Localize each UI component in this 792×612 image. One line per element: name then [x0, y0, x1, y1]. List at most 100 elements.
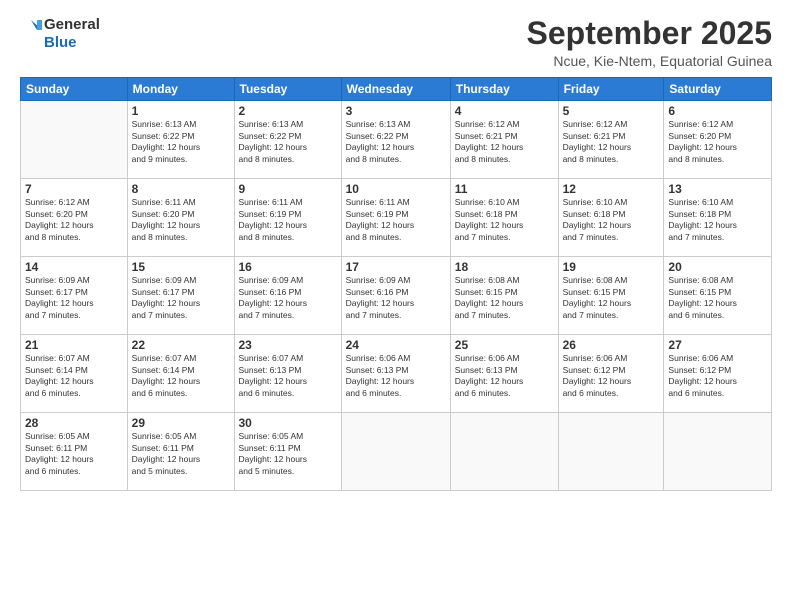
cell-w5-d2: 29Sunrise: 6:05 AMSunset: 6:11 PMDayligh… — [127, 413, 234, 491]
logo-text: General Blue — [44, 16, 100, 52]
col-saturday: Saturday — [664, 78, 772, 101]
day-number: 8 — [132, 182, 230, 196]
day-number: 16 — [239, 260, 337, 274]
day-info: Sunrise: 6:10 AMSunset: 6:18 PMDaylight:… — [668, 197, 767, 243]
cell-w4-d3: 23Sunrise: 6:07 AMSunset: 6:13 PMDayligh… — [234, 335, 341, 413]
day-number: 9 — [239, 182, 337, 196]
cell-w2-d7: 13Sunrise: 6:10 AMSunset: 6:18 PMDayligh… — [664, 179, 772, 257]
day-number: 28 — [25, 416, 123, 430]
col-thursday: Thursday — [450, 78, 558, 101]
day-number: 17 — [346, 260, 446, 274]
cell-w1-d7: 6Sunrise: 6:12 AMSunset: 6:20 PMDaylight… — [664, 101, 772, 179]
page: General Blue September 2025 Ncue, Kie-Nt… — [0, 0, 792, 612]
cell-w2-d3: 9Sunrise: 6:11 AMSunset: 6:19 PMDaylight… — [234, 179, 341, 257]
cell-w5-d5 — [450, 413, 558, 491]
day-info: Sunrise: 6:05 AMSunset: 6:11 PMDaylight:… — [25, 431, 123, 477]
day-info: Sunrise: 6:10 AMSunset: 6:18 PMDaylight:… — [563, 197, 660, 243]
day-info: Sunrise: 6:06 AMSunset: 6:13 PMDaylight:… — [346, 353, 446, 399]
cell-w3-d4: 17Sunrise: 6:09 AMSunset: 6:16 PMDayligh… — [341, 257, 450, 335]
week-row-5: 28Sunrise: 6:05 AMSunset: 6:11 PMDayligh… — [21, 413, 772, 491]
day-info: Sunrise: 6:07 AMSunset: 6:14 PMDaylight:… — [132, 353, 230, 399]
day-number: 14 — [25, 260, 123, 274]
day-info: Sunrise: 6:05 AMSunset: 6:11 PMDaylight:… — [132, 431, 230, 477]
day-info: Sunrise: 6:06 AMSunset: 6:12 PMDaylight:… — [563, 353, 660, 399]
day-info: Sunrise: 6:12 AMSunset: 6:21 PMDaylight:… — [563, 119, 660, 165]
cell-w1-d4: 3Sunrise: 6:13 AMSunset: 6:22 PMDaylight… — [341, 101, 450, 179]
col-friday: Friday — [558, 78, 664, 101]
day-info: Sunrise: 6:13 AMSunset: 6:22 PMDaylight:… — [346, 119, 446, 165]
day-info: Sunrise: 6:11 AMSunset: 6:20 PMDaylight:… — [132, 197, 230, 243]
cell-w3-d6: 19Sunrise: 6:08 AMSunset: 6:15 PMDayligh… — [558, 257, 664, 335]
cell-w3-d7: 20Sunrise: 6:08 AMSunset: 6:15 PMDayligh… — [664, 257, 772, 335]
day-number: 30 — [239, 416, 337, 430]
day-number: 4 — [455, 104, 554, 118]
week-row-3: 14Sunrise: 6:09 AMSunset: 6:17 PMDayligh… — [21, 257, 772, 335]
day-info: Sunrise: 6:13 AMSunset: 6:22 PMDaylight:… — [132, 119, 230, 165]
cell-w2-d1: 7Sunrise: 6:12 AMSunset: 6:20 PMDaylight… — [21, 179, 128, 257]
day-number: 2 — [239, 104, 337, 118]
day-info: Sunrise: 6:07 AMSunset: 6:14 PMDaylight:… — [25, 353, 123, 399]
col-monday: Monday — [127, 78, 234, 101]
col-sunday: Sunday — [21, 78, 128, 101]
day-number: 25 — [455, 338, 554, 352]
cell-w1-d5: 4Sunrise: 6:12 AMSunset: 6:21 PMDaylight… — [450, 101, 558, 179]
day-number: 22 — [132, 338, 230, 352]
day-info: Sunrise: 6:08 AMSunset: 6:15 PMDaylight:… — [563, 275, 660, 321]
cell-w2-d4: 10Sunrise: 6:11 AMSunset: 6:19 PMDayligh… — [341, 179, 450, 257]
cell-w3-d2: 15Sunrise: 6:09 AMSunset: 6:17 PMDayligh… — [127, 257, 234, 335]
day-info: Sunrise: 6:11 AMSunset: 6:19 PMDaylight:… — [346, 197, 446, 243]
day-number: 29 — [132, 416, 230, 430]
day-info: Sunrise: 6:09 AMSunset: 6:17 PMDaylight:… — [132, 275, 230, 321]
day-number: 18 — [455, 260, 554, 274]
day-info: Sunrise: 6:08 AMSunset: 6:15 PMDaylight:… — [668, 275, 767, 321]
cell-w2-d2: 8Sunrise: 6:11 AMSunset: 6:20 PMDaylight… — [127, 179, 234, 257]
day-number: 24 — [346, 338, 446, 352]
col-tuesday: Tuesday — [234, 78, 341, 101]
day-info: Sunrise: 6:06 AMSunset: 6:13 PMDaylight:… — [455, 353, 554, 399]
day-info: Sunrise: 6:11 AMSunset: 6:19 PMDaylight:… — [239, 197, 337, 243]
cell-w4-d2: 22Sunrise: 6:07 AMSunset: 6:14 PMDayligh… — [127, 335, 234, 413]
cell-w4-d6: 26Sunrise: 6:06 AMSunset: 6:12 PMDayligh… — [558, 335, 664, 413]
cell-w5-d4 — [341, 413, 450, 491]
day-info: Sunrise: 6:13 AMSunset: 6:22 PMDaylight:… — [239, 119, 337, 165]
cell-w1-d1 — [21, 101, 128, 179]
day-info: Sunrise: 6:09 AMSunset: 6:17 PMDaylight:… — [25, 275, 123, 321]
day-info: Sunrise: 6:09 AMSunset: 6:16 PMDaylight:… — [239, 275, 337, 321]
header: General Blue September 2025 Ncue, Kie-Nt… — [20, 16, 772, 69]
day-number: 15 — [132, 260, 230, 274]
day-number: 20 — [668, 260, 767, 274]
cell-w5-d7 — [664, 413, 772, 491]
cell-w3-d3: 16Sunrise: 6:09 AMSunset: 6:16 PMDayligh… — [234, 257, 341, 335]
week-row-1: 1Sunrise: 6:13 AMSunset: 6:22 PMDaylight… — [21, 101, 772, 179]
cell-w4-d7: 27Sunrise: 6:06 AMSunset: 6:12 PMDayligh… — [664, 335, 772, 413]
cell-w3-d1: 14Sunrise: 6:09 AMSunset: 6:17 PMDayligh… — [21, 257, 128, 335]
day-info: Sunrise: 6:05 AMSunset: 6:11 PMDaylight:… — [239, 431, 337, 477]
logo-bird-icon — [20, 16, 42, 52]
cell-w4-d1: 21Sunrise: 6:07 AMSunset: 6:14 PMDayligh… — [21, 335, 128, 413]
day-info: Sunrise: 6:08 AMSunset: 6:15 PMDaylight:… — [455, 275, 554, 321]
week-row-4: 21Sunrise: 6:07 AMSunset: 6:14 PMDayligh… — [21, 335, 772, 413]
day-number: 5 — [563, 104, 660, 118]
day-number: 21 — [25, 338, 123, 352]
calendar-table: Sunday Monday Tuesday Wednesday Thursday… — [20, 77, 772, 491]
logo: General Blue — [20, 16, 100, 52]
day-info: Sunrise: 6:07 AMSunset: 6:13 PMDaylight:… — [239, 353, 337, 399]
day-number: 10 — [346, 182, 446, 196]
cell-w5-d1: 28Sunrise: 6:05 AMSunset: 6:11 PMDayligh… — [21, 413, 128, 491]
day-info: Sunrise: 6:10 AMSunset: 6:18 PMDaylight:… — [455, 197, 554, 243]
day-number: 11 — [455, 182, 554, 196]
day-number: 23 — [239, 338, 337, 352]
cell-w2-d5: 11Sunrise: 6:10 AMSunset: 6:18 PMDayligh… — [450, 179, 558, 257]
day-number: 3 — [346, 104, 446, 118]
day-number: 12 — [563, 182, 660, 196]
week-row-2: 7Sunrise: 6:12 AMSunset: 6:20 PMDaylight… — [21, 179, 772, 257]
day-number: 19 — [563, 260, 660, 274]
day-info: Sunrise: 6:12 AMSunset: 6:20 PMDaylight:… — [25, 197, 123, 243]
day-info: Sunrise: 6:12 AMSunset: 6:21 PMDaylight:… — [455, 119, 554, 165]
cell-w4-d5: 25Sunrise: 6:06 AMSunset: 6:13 PMDayligh… — [450, 335, 558, 413]
cell-w4-d4: 24Sunrise: 6:06 AMSunset: 6:13 PMDayligh… — [341, 335, 450, 413]
month-title: September 2025 — [527, 16, 772, 51]
day-number: 27 — [668, 338, 767, 352]
calendar-header-row: Sunday Monday Tuesday Wednesday Thursday… — [21, 78, 772, 101]
day-info: Sunrise: 6:06 AMSunset: 6:12 PMDaylight:… — [668, 353, 767, 399]
